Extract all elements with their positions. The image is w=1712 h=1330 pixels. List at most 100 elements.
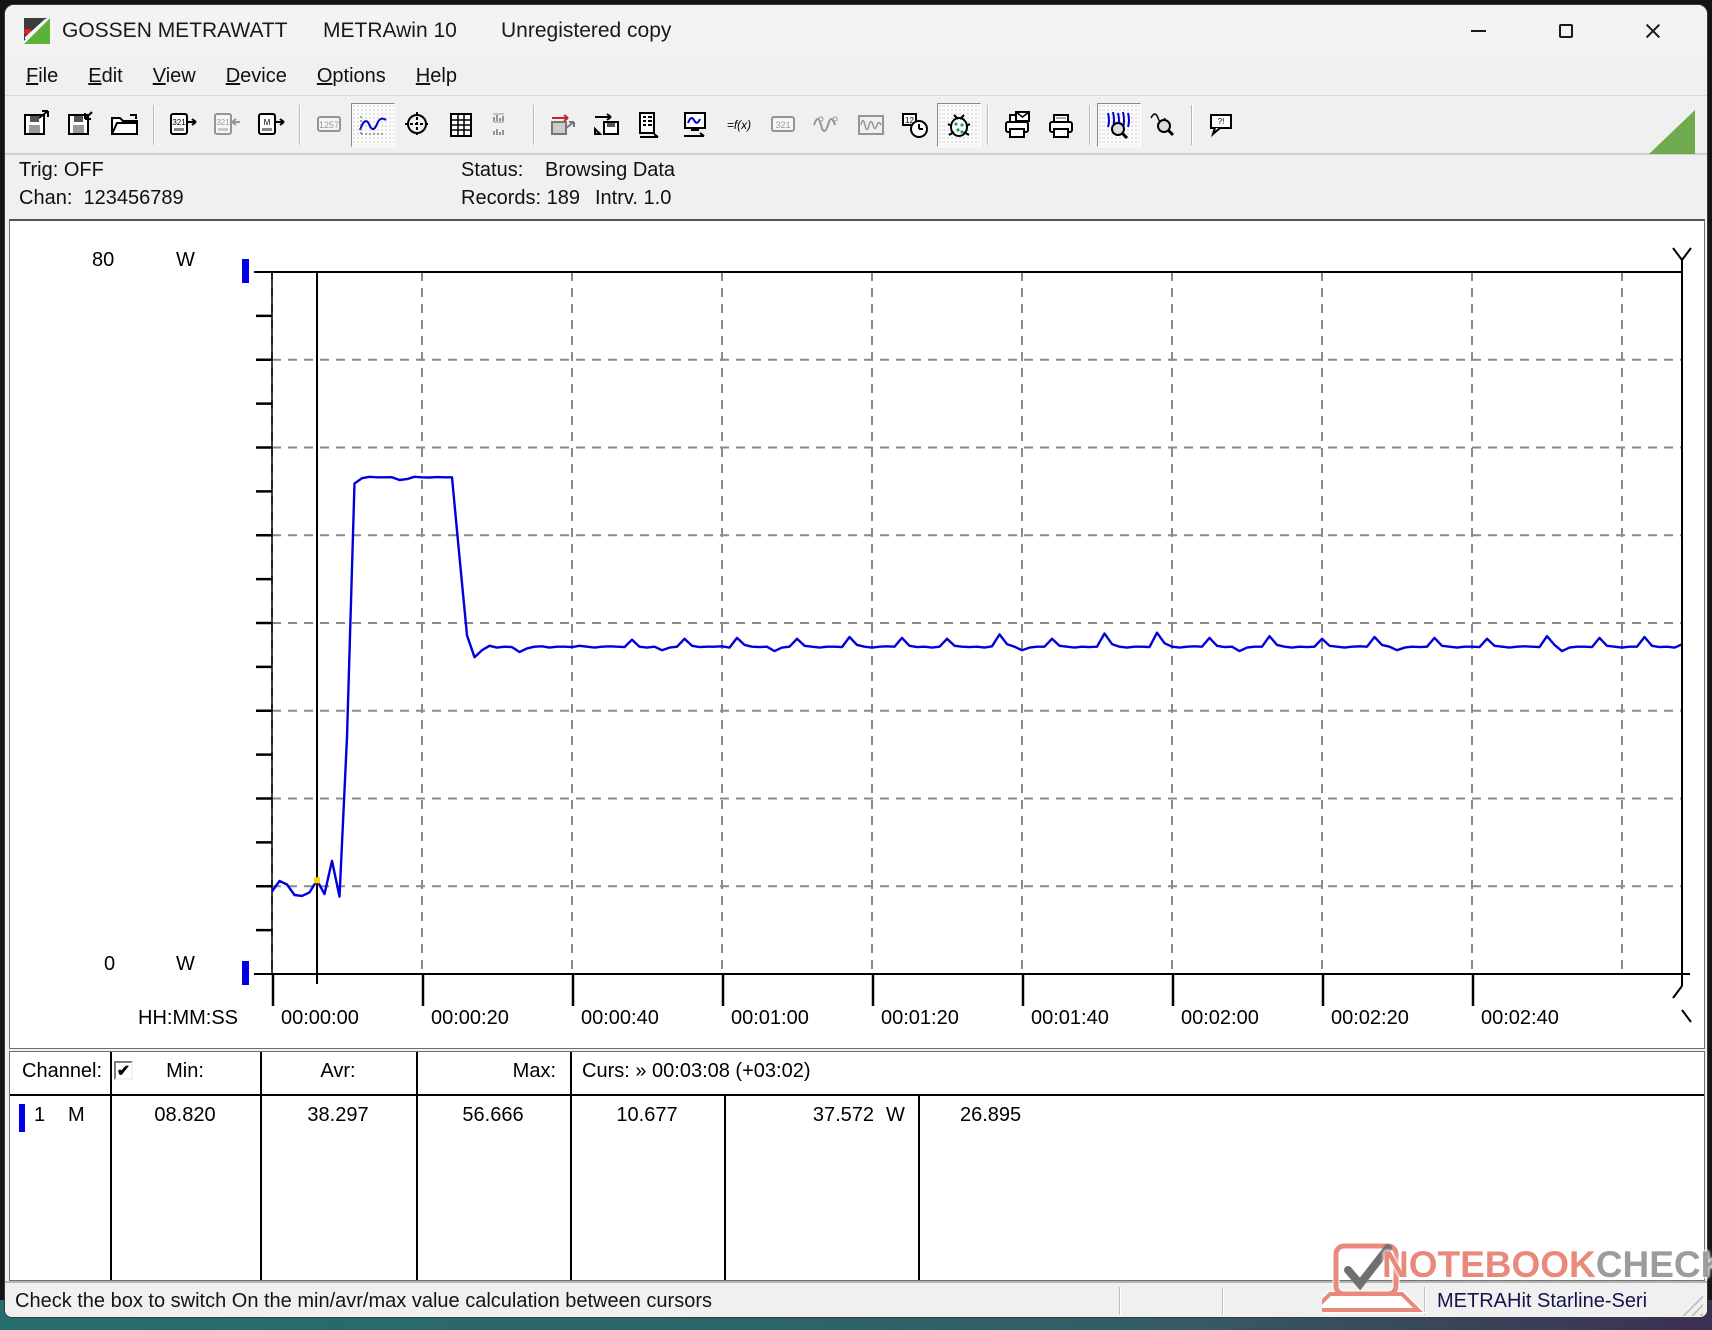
close-button[interactable]	[1622, 11, 1684, 51]
window-resize-grip[interactable]	[1677, 1290, 1703, 1316]
panel-1257-icon: 1257	[317, 115, 341, 132]
menu-bar: File Edit View Device Options Help	[5, 57, 1707, 95]
envelope-view-button	[849, 103, 893, 147]
statusbar-separator	[1119, 1287, 1121, 1315]
menu-item-help[interactable]: Help	[401, 61, 472, 92]
cursor2-bottom-handle[interactable]	[1672, 974, 1692, 1023]
col-header-cursors: Curs: » 00:03:08 (+03:02)	[582, 1060, 811, 1082]
open-file-button[interactable]	[103, 103, 147, 147]
save-file-button[interactable]	[15, 103, 59, 147]
wave-icon	[359, 115, 387, 134]
meter-out-icon: 321	[170, 112, 197, 135]
col-header-min: Min:	[166, 1060, 204, 1082]
menu-item-view[interactable]: View	[138, 61, 211, 92]
cursor2-value: 37.572	[812, 1104, 874, 1126]
x-tick-label: 00:02:00	[1181, 1007, 1259, 1029]
col-header-channel: Channel:	[22, 1060, 103, 1082]
maximize-button[interactable]	[1535, 11, 1597, 51]
read-device-button[interactable]: 321	[161, 103, 205, 147]
x-tick-label: 00:00:00	[281, 1007, 359, 1029]
power-curve	[271, 475, 1683, 898]
xy-view-button[interactable]	[395, 103, 439, 147]
svg-text:321: 321	[172, 118, 186, 127]
col-header-avr: Avr:	[320, 1060, 356, 1082]
y-unit-bottom-label: W	[176, 953, 195, 975]
acquisition-status-panel: Trig: OFF Chan: 123456789 Status: Browsi…	[5, 157, 1707, 217]
cursor1-value: 10.677	[616, 1104, 678, 1126]
monitor-button[interactable]	[673, 103, 717, 147]
chart-panel[interactable]: 80 W 0 W HH:MM:SS 00:00:00 00:00:20 00:00:…	[9, 219, 1705, 1049]
zoom-curve-button[interactable]	[1097, 102, 1141, 147]
table-view-button[interactable]	[439, 103, 483, 147]
menu-item-file[interactable]: File	[11, 61, 73, 92]
disk-transfer-icon	[551, 113, 575, 135]
meter-in-icon: 321	[214, 112, 240, 135]
cursor2-unit: W	[886, 1104, 905, 1126]
cursor1-curve-dot	[314, 877, 320, 884]
y-unit-top-label: W	[176, 249, 195, 271]
statusbar-separator	[1424, 1287, 1426, 1315]
bar-view-button	[483, 103, 527, 147]
print-preview-button[interactable]	[995, 103, 1039, 147]
y-min-label: 0	[104, 953, 116, 975]
export-transfer-button[interactable]	[541, 103, 585, 147]
hint-button[interactable]: ?!	[1199, 103, 1243, 147]
title-bar[interactable]: GOSSEN METRAWATT METRAwin 10 Unregistere…	[5, 5, 1707, 57]
cursor2-top-handle[interactable]	[1672, 247, 1692, 272]
read-memory-button[interactable]: M	[249, 103, 293, 147]
toolbar-separator	[987, 104, 989, 145]
metrawin-window: GOSSEN METRAWATT METRAwin 10 Unregistere…	[4, 4, 1708, 1318]
menu-item-device[interactable]: Device	[211, 61, 302, 92]
menu-item-edit[interactable]: Edit	[73, 61, 137, 92]
x-tick-label: 00:00:40	[581, 1007, 659, 1029]
debug-run-button[interactable]	[937, 102, 981, 147]
table-header-rule	[10, 1094, 1704, 1096]
maximize-icon	[1559, 24, 1573, 38]
minimize-button[interactable]	[1447, 11, 1509, 51]
monitor-wave-icon	[684, 111, 706, 137]
window-title-product: METRAwin 10	[323, 19, 457, 42]
folder-icon	[111, 113, 138, 135]
channel-range-marker-top	[242, 259, 249, 283]
zoom-out-icon	[1150, 112, 1175, 136]
table-divider	[918, 1094, 920, 1280]
col-header-max: Max:	[512, 1060, 556, 1082]
chart-view-button[interactable]	[351, 102, 395, 147]
formula-button[interactable]: =f(x)	[717, 103, 761, 147]
channel-status: Chan: 123456789	[19, 187, 184, 209]
send-device-button: 321	[205, 103, 249, 147]
window-title-brand: GOSSEN METRAWATT	[62, 19, 288, 42]
table-divider	[570, 1052, 572, 1280]
menu-item-options[interactable]: Options	[302, 61, 401, 92]
svg-text:321: 321	[216, 118, 230, 127]
device-store-button[interactable]	[585, 103, 629, 147]
svg-text:?!: ?!	[1218, 117, 1225, 126]
toolbar-separator	[1191, 104, 1193, 145]
x-tick-label: 00:01:20	[881, 1007, 959, 1029]
x-axis-format-label: HH:MM:SS	[138, 1007, 238, 1029]
channel-setup-button[interactable]	[629, 103, 673, 147]
avr-value: 38.297	[307, 1104, 369, 1126]
x-tick-label: 00:01:00	[731, 1007, 809, 1029]
toolbar-separator	[533, 104, 535, 145]
bug-icon	[947, 113, 971, 137]
x-tick-label: 00:00:20	[431, 1007, 509, 1029]
x-tick-label: 00:02:40	[1481, 1007, 1559, 1029]
fx-icon: =f(x)	[727, 118, 751, 132]
chart-canvas[interactable]	[10, 221, 1704, 1047]
save-as-button[interactable]	[59, 103, 103, 147]
sine-view-button	[805, 103, 849, 147]
channel-mode: M	[68, 1104, 85, 1126]
x-tick-label: 00:02:20	[1331, 1007, 1409, 1029]
statusbar-message: Check the box to switch On the min/avr/m…	[15, 1290, 712, 1312]
panel-321-icon: 321	[771, 115, 795, 132]
zoom-out-button[interactable]	[1141, 103, 1185, 147]
cursor-delta-value: 26.895	[960, 1104, 1022, 1126]
records-count: Records: 189	[461, 187, 580, 209]
time-setup-button[interactable]: 12	[893, 103, 937, 147]
print-button[interactable]	[1039, 103, 1083, 147]
channels-icon	[639, 111, 659, 138]
x-tick-label: 00:01:40	[1031, 1007, 1109, 1029]
numeric-321-button: 321	[761, 103, 805, 147]
screen: GOSSEN METRAWATT METRAwin 10 Unregistere…	[0, 0, 1712, 1330]
